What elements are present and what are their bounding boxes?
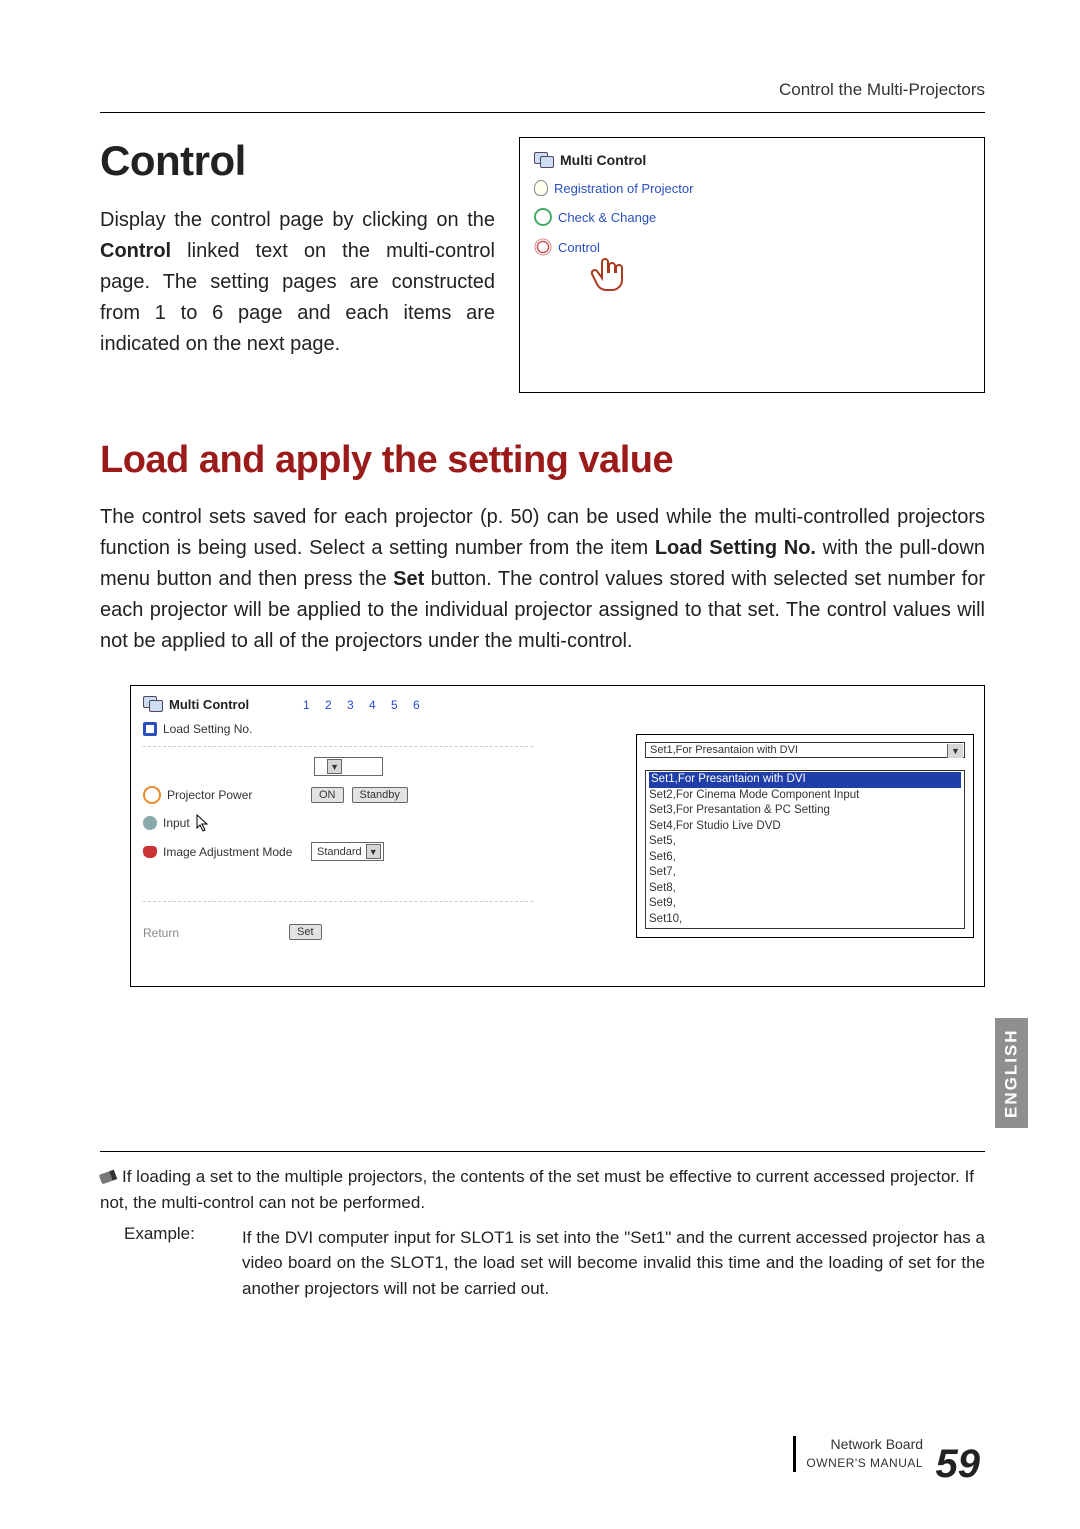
footer-owner: OWNER'S MANUAL <box>806 1456 923 1470</box>
chevron-down-icon: ▼ <box>327 759 342 774</box>
section-load-paragraph: The control sets saved for each projecto… <box>100 502 985 657</box>
dropdown-option[interactable]: Set10, <box>649 913 682 925</box>
dropdown-callout: Set1,For Presantaion with DVI ▼ Set1,For… <box>636 734 974 938</box>
header-rule <box>100 112 985 113</box>
breadcrumb: Control the Multi-Projectors <box>100 80 985 100</box>
arrow-cursor-icon <box>196 814 211 832</box>
footnote-line1: If loading a set to the multiple project… <box>100 1167 974 1212</box>
dropdown-option[interactable]: Set6, <box>649 851 676 863</box>
input-label: Input <box>143 814 303 832</box>
save-icon <box>143 722 157 736</box>
label-text: Image Adjustment Mode <box>163 845 292 859</box>
dropdown-option[interactable]: Set2,For Cinema Mode Component Input <box>649 789 859 801</box>
dropdown-option[interactable]: Set3,For Presantation & PC Setting <box>649 804 830 816</box>
dropdown-options-list: Set1,For Presantaion with DVI Set2,For C… <box>645 770 965 929</box>
dropdown-option[interactable]: Set1,For Presantaion with DVI <box>649 772 961 788</box>
monitors-icon <box>534 152 554 168</box>
hand-cursor-icon <box>588 252 966 301</box>
dropdown-option[interactable]: Set7, <box>649 866 676 878</box>
pencil-icon <box>99 1170 117 1185</box>
dropdown-value: Standard <box>317 846 362 858</box>
dropdown-option[interactable]: Set5, <box>649 835 676 847</box>
refresh-icon <box>534 208 552 226</box>
input-icon <box>143 816 157 830</box>
section-load-heading: Load and apply the setting value <box>100 439 985 482</box>
link-text: Check & Change <box>558 210 656 225</box>
power-icon <box>143 786 161 804</box>
monitors-icon <box>143 696 163 712</box>
gear-icon <box>537 241 550 254</box>
load-setting-dropdown[interactable]: ▼ <box>314 757 383 776</box>
dropdown-option[interactable]: Set8, <box>649 882 676 894</box>
footer-title: Network Board <box>830 1436 923 1452</box>
dropdown-option[interactable]: Set4,For Studio Live DVD <box>649 820 781 832</box>
return-link[interactable]: Return <box>143 926 179 940</box>
panel-title-text: Multi Control <box>560 152 646 168</box>
example-body: If the DVI computer input for SLOT1 is s… <box>242 1225 985 1302</box>
power-standby-button[interactable]: Standby <box>352 787 408 803</box>
label-text: Projector Power <box>167 788 252 802</box>
language-tab: ENGLISH <box>995 1018 1028 1128</box>
chevron-down-icon: ▼ <box>947 744 963 758</box>
example-label: Example: <box>124 1221 219 1247</box>
footnote-rule <box>100 1151 985 1152</box>
chevron-down-icon: ▼ <box>366 844 381 859</box>
section-control-heading: Control <box>100 137 495 185</box>
text: Display the control page by clicking on … <box>100 209 495 231</box>
divider <box>143 746 533 747</box>
page-footer: Network Board OWNER'S MANUAL 59 <box>793 1436 980 1487</box>
panel-title: Multi Control <box>534 152 966 168</box>
dropdown-option[interactable]: Set9, <box>649 897 676 909</box>
set-button[interactable]: Set <box>289 924 322 940</box>
link-registration[interactable]: Registration of Projector <box>534 180 966 196</box>
footnote: If loading a set to the multiple project… <box>100 1164 985 1301</box>
page-number: 59 <box>936 1442 981 1487</box>
text-bold-control: Control <box>100 240 171 262</box>
image-mode-label: Image Adjustment Mode <box>143 845 303 859</box>
ss-title: Multi Control <box>143 696 533 712</box>
dropdown-selected[interactable]: Set1,For Presantaion with DVI ▼ <box>645 742 965 758</box>
load-setting-label: Load Setting No. <box>143 722 303 736</box>
link-check-change[interactable]: Check & Change <box>534 208 966 226</box>
bulb-icon <box>534 180 548 196</box>
ss-title-text: Multi Control <box>169 697 249 712</box>
section-control-paragraph: Display the control page by clicking on … <box>100 205 495 360</box>
label-text: Load Setting No. <box>163 722 252 736</box>
link-text: Registration of Projector <box>554 181 693 196</box>
dropdown-selected-text: Set1,For Presantaion with DVI <box>650 744 798 756</box>
projector-power-label: Projector Power <box>143 786 303 804</box>
multi-control-panel: Multi Control Registration of Projector … <box>519 137 985 393</box>
adjust-icon <box>143 846 157 858</box>
divider <box>143 901 533 902</box>
image-mode-dropdown[interactable]: Standard ▼ <box>311 842 384 861</box>
label-text: Input <box>163 816 190 830</box>
multi-control-screenshot: 1 2 3 4 5 6 Multi Control Load Setting N… <box>130 685 985 987</box>
text-bold-load: Load Setting No. <box>655 537 816 559</box>
power-on-button[interactable]: ON <box>311 787 344 803</box>
text-bold-set: Set <box>393 568 424 590</box>
